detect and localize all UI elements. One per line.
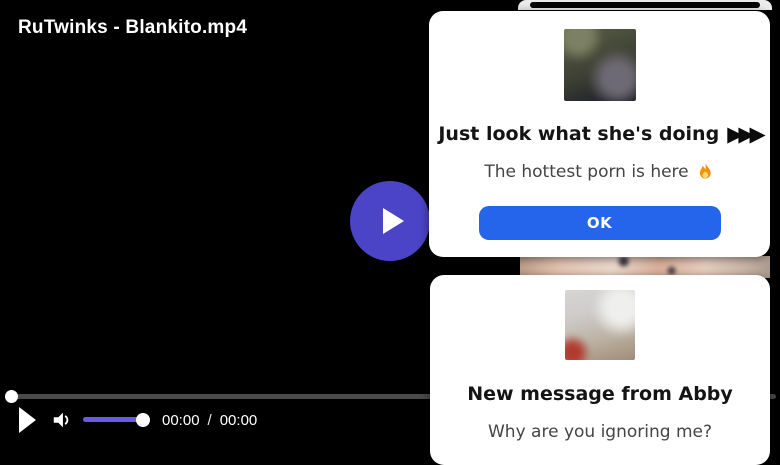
message-thumbnail[interactable] [565,290,635,360]
play-icon [383,208,404,234]
offer-title: Just look what she's doing ▶▶▶ [438,121,766,147]
fire-icon [699,163,711,179]
message-title: New message from Abby [467,381,733,407]
seek-thumb[interactable] [5,390,18,403]
blurred-photo-placeholder [563,29,636,101]
time-display: 00:00 / 00:00 [162,412,257,429]
triple-arrow-icon: ▶▶▶ [727,122,766,146]
volume-thumb[interactable] [136,413,150,427]
offer-subtitle: The hottest porn is here [484,160,714,184]
play-button[interactable] [19,407,36,433]
background-panel-bar [530,2,760,8]
current-time: 00:00 [162,412,200,429]
duration: 00:00 [219,412,258,429]
popup-message: New message from Abby Why are you ignori… [430,275,770,465]
message-title-text: New message from Abby [467,383,733,405]
volume-icon[interactable] [51,409,73,431]
blurred-photo-placeholder [565,290,635,360]
play-overlay-button[interactable] [350,181,430,261]
popup-offer: Just look what she's doing ▶▶▶ The hotte… [429,11,770,257]
offer-thumbnail[interactable] [563,29,636,101]
message-subtitle: Why are you ignoring me? [488,420,712,444]
offer-title-text: Just look what she's doing [438,123,720,145]
message-subtitle-text: Why are you ignoring me? [488,422,712,442]
ok-button[interactable]: OK [478,206,721,240]
background-panel-top [518,0,772,10]
time-separator: / [207,412,212,429]
video-title: RuTwinks - Blankito.mp4 [18,17,248,38]
offer-subtitle-text: The hottest porn is here [484,162,689,182]
